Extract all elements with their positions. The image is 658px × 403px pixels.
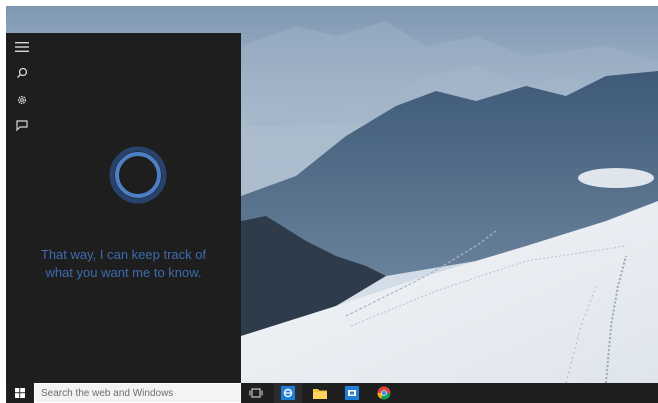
windows-logo-icon (15, 388, 25, 398)
cortana-panel: That way, I can keep track of what you w… (6, 33, 241, 383)
internet-explorer-button[interactable] (274, 383, 302, 403)
chrome-icon (377, 386, 391, 400)
hamburger-icon[interactable] (14, 39, 30, 55)
folder-icon (313, 389, 327, 399)
gear-icon[interactable] (14, 92, 30, 108)
feedback-icon[interactable] (14, 118, 30, 134)
task-view-icon (249, 388, 263, 398)
file-explorer-button[interactable] (306, 383, 334, 403)
taskbar: Search the web and Windows (6, 383, 658, 403)
cortana-message-line1: That way, I can keep track of (40, 247, 207, 262)
search-input[interactable]: Search the web and Windows (35, 388, 173, 399)
start-button[interactable] (6, 383, 34, 403)
taskbar-search-box[interactable]: Search the web and Windows (34, 383, 241, 403)
task-view-button[interactable] (242, 383, 270, 403)
internet-explorer-icon (281, 386, 295, 400)
chrome-button[interactable] (370, 383, 398, 403)
cortana-message-line2: what you want me to know. (45, 265, 202, 280)
search-icon[interactable] (14, 65, 30, 81)
outlook-button[interactable] (338, 383, 366, 403)
outlook-icon (345, 386, 359, 400)
cortana-ring-icon (109, 146, 167, 204)
